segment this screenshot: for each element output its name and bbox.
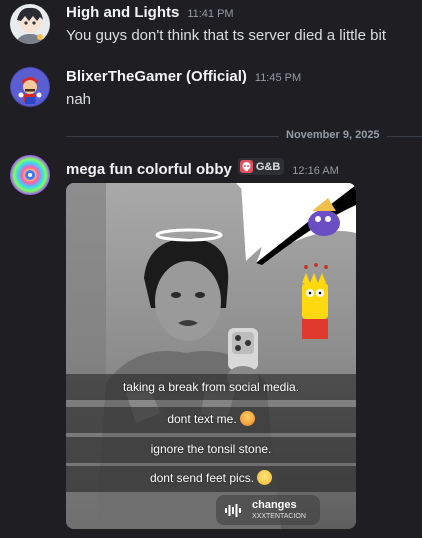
caption-line-2: dont text me. bbox=[66, 411, 356, 427]
guild-tag[interactable]: G&B bbox=[237, 158, 285, 175]
caption-text: dont text me. bbox=[167, 412, 237, 426]
message-text: nah bbox=[66, 91, 92, 108]
caption-line-1: taking a break from social media. bbox=[122, 380, 300, 394]
music-artist: XXXTENTACION bbox=[252, 513, 306, 520]
music-title: changes bbox=[252, 499, 297, 511]
audio-waveform-icon bbox=[225, 504, 241, 517]
username[interactable]: BlixerTheGamer (Official) bbox=[66, 68, 247, 85]
pleading-face-icon bbox=[239, 411, 255, 427]
user-avatar[interactable] bbox=[10, 4, 50, 44]
username[interactable]: mega fun colorful obby bbox=[66, 161, 232, 178]
caption-text: dont send feet pics. bbox=[149, 471, 255, 485]
flushed-face-icon bbox=[257, 470, 273, 486]
guild-tag-label: G&B bbox=[255, 160, 281, 173]
user-avatar[interactable] bbox=[10, 67, 50, 107]
caption-line-3: ignore the tonsil stone. bbox=[150, 442, 272, 456]
username[interactable]: High and Lights bbox=[66, 4, 179, 21]
skull-icon bbox=[239, 160, 253, 173]
date-divider-label: November 9, 2025 bbox=[279, 129, 387, 141]
caption-line-4: dont send feet pics. bbox=[66, 470, 356, 486]
message-timestamp[interactable]: 11:45 PM bbox=[255, 72, 301, 84]
message-text: You guys don't think that ts server died… bbox=[66, 27, 386, 44]
message-timestamp[interactable]: 12:16 AM bbox=[292, 165, 338, 177]
message-timestamp[interactable]: 11:41 PM bbox=[187, 8, 233, 20]
user-avatar[interactable] bbox=[10, 155, 50, 195]
music-chip[interactable]: changes XXXTENTACION bbox=[216, 495, 320, 525]
image-attachment[interactable]: taking a break from social media. dont t… bbox=[66, 183, 356, 529]
message-blixer: BlixerTheGamer (Official) 11:45 PM nah bbox=[0, 62, 422, 122]
message-high-and-lights: High and Lights 11:41 PM You guys don't … bbox=[0, 0, 422, 60]
